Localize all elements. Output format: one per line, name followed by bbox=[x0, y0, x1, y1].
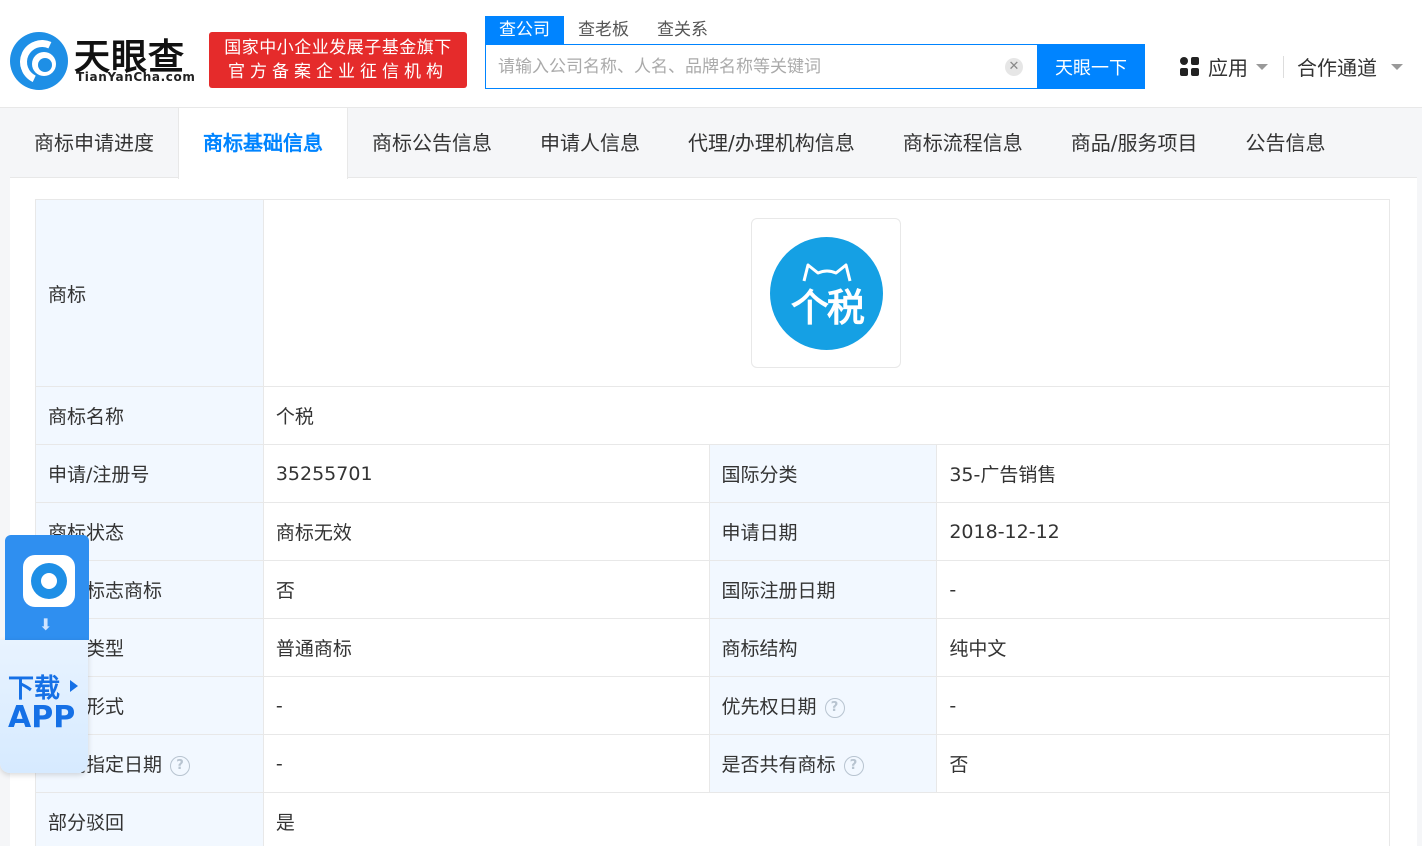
row-value: 35255701 bbox=[262, 444, 710, 503]
table-row: 申请/注册号 35255701 国际分类 35-广告销售 bbox=[35, 444, 1390, 503]
tab-goods-services[interactable]: 商品/服务项目 bbox=[1047, 108, 1222, 178]
download-app-widget[interactable]: ⬇ 下载 APP bbox=[0, 535, 89, 773]
row-label: 是否共有商标? bbox=[708, 734, 938, 793]
table-row: 后期指定日期? - 是否共有商标? 否 bbox=[35, 734, 1390, 793]
search-button[interactable]: 天眼一下 bbox=[1037, 44, 1145, 89]
table-row: 商标名称 个税 bbox=[35, 386, 1391, 445]
tab-applicant-info[interactable]: 申请人信息 bbox=[516, 108, 664, 178]
row-value: 否 bbox=[262, 560, 710, 619]
apps-menu[interactable]: 应用 bbox=[1180, 52, 1268, 81]
search-input[interactable] bbox=[498, 45, 998, 88]
detail-tabs: 商标申请进度 商标基础信息 商标公告信息 申请人信息 代理/办理机构信息 商标流… bbox=[10, 108, 1417, 179]
row-label: 申请日期 bbox=[708, 502, 938, 561]
tab-notice-info[interactable]: 公告信息 bbox=[1222, 108, 1350, 178]
table-row: 商标形式 - 优先权日期? - bbox=[35, 676, 1390, 735]
row-value: - bbox=[262, 734, 710, 793]
main-content: 商标申请进度 商标基础信息 商标公告信息 申请人信息 代理/办理机构信息 商标流… bbox=[10, 108, 1417, 846]
apps-label: 应用 bbox=[1208, 56, 1248, 80]
row-label: 商标名称 bbox=[35, 386, 264, 445]
row-value: 个税 bbox=[262, 386, 1391, 445]
row-value: - bbox=[262, 676, 710, 735]
tab-agency-info[interactable]: 代理/办理机构信息 bbox=[664, 108, 879, 178]
badge-line-2: 官方备案企业征信机构 bbox=[228, 62, 448, 82]
tab-announcement-info[interactable]: 商标公告信息 bbox=[348, 108, 516, 178]
trademark-label: 商标 bbox=[35, 199, 264, 387]
eye-logo-icon bbox=[10, 32, 68, 90]
row-value: - bbox=[936, 560, 1390, 619]
partner-label: 合作通道 bbox=[1297, 56, 1377, 80]
tab-basic-info[interactable]: 商标基础信息 bbox=[178, 108, 348, 179]
search-tab-company[interactable]: 查公司 bbox=[485, 16, 564, 44]
search-tab-relation[interactable]: 查关系 bbox=[643, 16, 722, 44]
row-value: 否 bbox=[936, 734, 1390, 793]
table-row: 地理标志商标 否 国际注册日期 - bbox=[35, 560, 1390, 619]
row-value: 是 bbox=[262, 792, 1391, 846]
row-value: 35-广告销售 bbox=[936, 444, 1390, 503]
trademark-logo-icon: 个税 bbox=[770, 237, 884, 350]
row-value: - bbox=[936, 676, 1390, 735]
row-value: 2018-12-12 bbox=[936, 502, 1390, 561]
download-icon: ⬇ bbox=[39, 615, 53, 634]
help-icon[interactable]: ? bbox=[170, 755, 191, 776]
play-arrow-icon bbox=[70, 680, 78, 692]
app-widget-top: ⬇ bbox=[5, 535, 89, 640]
row-label: 部分驳回 bbox=[35, 792, 264, 846]
help-icon[interactable]: ? bbox=[824, 697, 845, 718]
top-header: 天眼查 TianYanCha.com 国家中小企业发展子基金旗下 官方备案企业征… bbox=[0, 0, 1422, 108]
tab-process-info[interactable]: 商标流程信息 bbox=[879, 108, 1047, 178]
partner-menu[interactable]: 合作通道 bbox=[1297, 52, 1403, 81]
row-value: 普通商标 bbox=[262, 618, 710, 677]
app-widget-bottom: 下载 APP bbox=[0, 640, 88, 773]
search-box: ✕ bbox=[485, 44, 1038, 89]
table-row: 部分驳回 是 bbox=[35, 792, 1391, 846]
table-row: 商标类型 普通商标 商标结构 纯中文 bbox=[35, 618, 1390, 677]
row-label: 国际分类 bbox=[708, 444, 938, 503]
trademark-image-cell: 个税 bbox=[262, 199, 1391, 387]
badge-line-1: 国家中小企业发展子基金旗下 bbox=[224, 38, 452, 58]
header-divider bbox=[1283, 56, 1284, 78]
trademark-info-table: 商标 个税 商标名称 个税 申请/注册号 35255701 国际分类 35-广告… bbox=[35, 199, 1391, 846]
search-tab-boss[interactable]: 查老板 bbox=[564, 16, 643, 44]
row-label: 申请/注册号 bbox=[35, 444, 264, 503]
app-logo-icon bbox=[23, 555, 75, 607]
certification-badge: 国家中小企业发展子基金旗下 官方备案企业征信机构 bbox=[209, 32, 467, 88]
trademark-logo-text: 个税 bbox=[790, 286, 865, 330]
apps-grid-icon bbox=[1180, 56, 1200, 77]
logo-subtitle: TianYanCha.com bbox=[76, 70, 196, 84]
row-value: 纯中文 bbox=[936, 618, 1390, 677]
search-type-tabs: 查公司 查老板 查关系 bbox=[485, 16, 722, 44]
table-row: 商标状态 商标无效 申请日期 2018-12-12 bbox=[35, 502, 1390, 561]
tab-application-progress[interactable]: 商标申请进度 bbox=[10, 108, 178, 178]
clear-icon[interactable]: ✕ bbox=[1005, 58, 1023, 76]
row-label: 商标结构 bbox=[708, 618, 938, 677]
table-row: 商标 个税 bbox=[35, 199, 1391, 387]
row-value: 商标无效 bbox=[262, 502, 710, 561]
help-icon[interactable]: ? bbox=[843, 755, 864, 776]
row-label: 优先权日期? bbox=[708, 676, 938, 735]
trademark-image[interactable]: 个税 bbox=[751, 218, 902, 368]
tianyancha-logo[interactable]: 天眼查 TianYanCha.com bbox=[10, 30, 200, 92]
chevron-down-icon bbox=[1256, 63, 1268, 70]
app-label: APP bbox=[8, 700, 76, 735]
chevron-down-icon bbox=[1391, 63, 1403, 70]
row-label: 国际注册日期 bbox=[708, 560, 938, 619]
